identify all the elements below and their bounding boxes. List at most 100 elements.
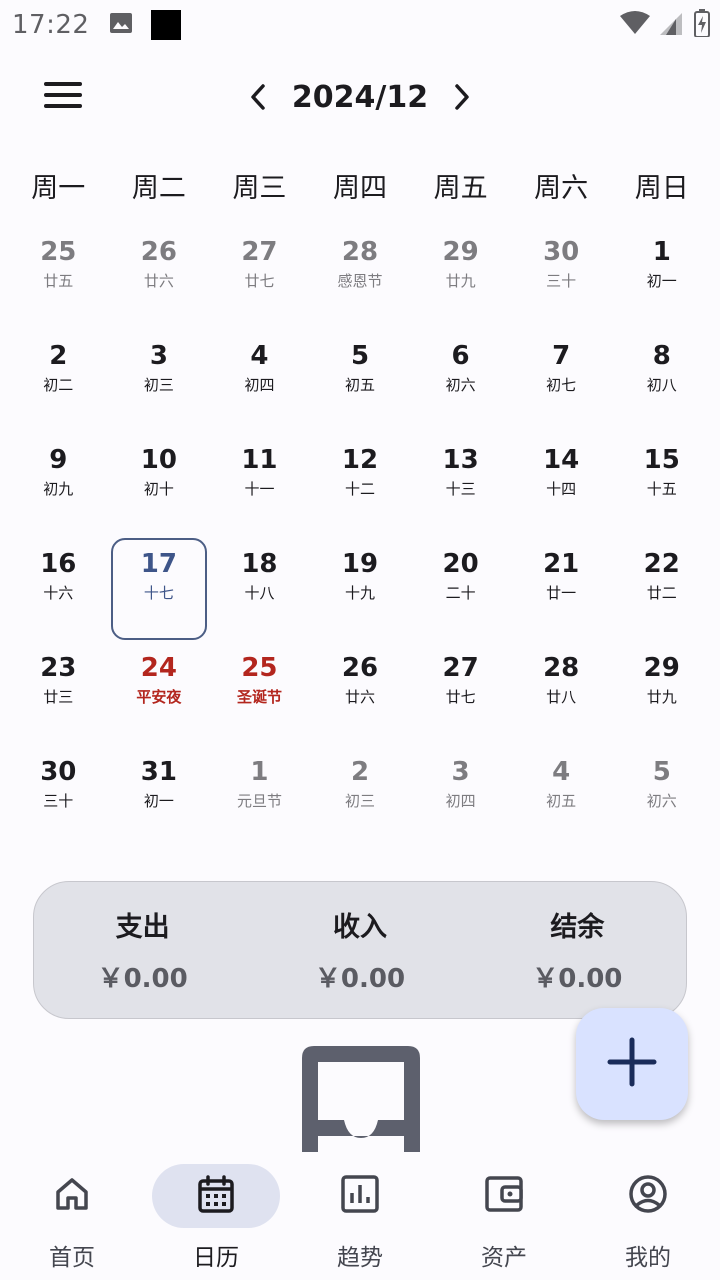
expense-summary: 支出 ￥0.00 (34, 905, 251, 995)
day-lunar-label: 廿三 (43, 688, 74, 706)
bottom-navigation: 首页 日历 趋势 资产 我的 (0, 1152, 720, 1280)
calendar-day[interactable]: 29 廿九 (611, 642, 712, 746)
day-number: 15 (643, 445, 680, 475)
calendar-day[interactable]: 25 廿五 (8, 226, 109, 330)
weekday-label: 周日 (634, 173, 689, 204)
bar-chart-icon (340, 1174, 380, 1218)
day-number: 8 (652, 341, 671, 371)
day-number: 13 (442, 445, 479, 475)
calendar-day[interactable]: 11 十一 (209, 434, 310, 538)
day-lunar-label: 平安夜 (136, 688, 182, 706)
nav-item-home[interactable]: 首页 (0, 1152, 144, 1280)
day-number: 7 (552, 341, 571, 371)
calendar-day[interactable]: 3 初三 (109, 330, 210, 434)
calendar-day-today[interactable]: 17 十七 (109, 538, 210, 642)
day-lunar-label: 十六 (43, 584, 74, 602)
day-number: 10 (140, 445, 177, 475)
day-lunar-label: 廿二 (646, 584, 677, 602)
day-lunar-label: 三十 (43, 792, 74, 810)
month-title[interactable]: 2024/12 (292, 80, 428, 115)
calendar-day[interactable]: 4 初五 (511, 746, 612, 850)
calendar-day[interactable]: 26 廿六 (109, 226, 210, 330)
calendar-day[interactable]: 15 十五 (611, 434, 712, 538)
calendar-day[interactable]: 4 初四 (209, 330, 310, 434)
nav-item-assets[interactable]: 资产 (432, 1152, 576, 1280)
day-lunar-label: 初一 (143, 792, 174, 810)
weekday-label: 周二 (131, 173, 186, 204)
day-lunar-label: 初十 (143, 480, 174, 498)
day-lunar-label: 初四 (244, 376, 275, 394)
day-lunar-label: 圣诞节 (236, 688, 282, 706)
calendar-day[interactable]: 8 初八 (611, 330, 712, 434)
day-number: 28 (341, 237, 379, 267)
calendar-day[interactable]: 9 初九 (8, 434, 109, 538)
calendar-day[interactable]: 21 廿一 (511, 538, 612, 642)
day-number: 24 (140, 653, 177, 683)
calendar-day[interactable]: 16 十六 (8, 538, 109, 642)
calendar-day[interactable]: 29 廿九 (410, 226, 511, 330)
calendar-day[interactable]: 5 初五 (310, 330, 411, 434)
day-number: 1 (652, 237, 671, 267)
day-number: 12 (341, 445, 379, 475)
calendar-day[interactable]: 22 廿二 (611, 538, 712, 642)
add-record-button[interactable] (576, 1008, 688, 1120)
calendar-day[interactable]: 6 初六 (410, 330, 511, 434)
calendar-day[interactable]: 27 廿七 (410, 642, 511, 746)
calendar-icon (196, 1174, 236, 1218)
nav-active-indicator (152, 1164, 280, 1228)
image-icon (109, 12, 133, 38)
calendar-day[interactable]: 24 平安夜 (109, 642, 210, 746)
calendar-day[interactable]: 1 初一 (611, 226, 712, 330)
calendar-day[interactable]: 10 初十 (109, 434, 210, 538)
day-number: 1 (250, 757, 269, 787)
chevron-right-icon[interactable] (442, 77, 482, 117)
day-lunar-label: 廿六 (345, 688, 376, 706)
day-lunar-label: 初四 (445, 792, 476, 810)
nav-item-profile[interactable]: 我的 (576, 1152, 720, 1280)
month-summary-card: 支出 ￥0.00 收入 ￥0.00 结余 ￥0.00 (33, 881, 687, 1019)
balance-summary: 结余 ￥0.00 (469, 905, 686, 995)
calendar-day[interactable]: 25 圣诞节 (209, 642, 310, 746)
day-lunar-label: 初九 (43, 480, 74, 498)
calendar-day[interactable]: 31 初一 (109, 746, 210, 850)
calendar-day[interactable]: 30 三十 (511, 226, 612, 330)
calendar-day[interactable]: 18 十八 (209, 538, 310, 642)
calendar-day[interactable]: 28 感恩节 (310, 226, 411, 330)
day-lunar-label: 十四 (546, 480, 577, 498)
balance-value: ￥0.00 (532, 964, 623, 994)
calendar-day[interactable]: 23 廿三 (8, 642, 109, 746)
day-number: 2 (350, 757, 370, 787)
calendar-week-row: 23 廿三 24 平安夜 25 圣诞节 26 廿六 27 廿七 28 廿八 29 廿九 (8, 642, 712, 746)
calendar-day[interactable]: 2 初二 (8, 330, 109, 434)
calendar-day[interactable]: 2 初三 (310, 746, 411, 850)
calendar-day[interactable]: 3 初四 (410, 746, 511, 850)
calendar-day[interactable]: 20 二十 (410, 538, 511, 642)
nav-item-calendar[interactable]: 日历 (144, 1152, 288, 1280)
calendar-day[interactable]: 30 三十 (8, 746, 109, 850)
calendar-day[interactable]: 14 十四 (511, 434, 612, 538)
calendar-day[interactable]: 19 十九 (310, 538, 411, 642)
day-number: 6 (451, 341, 470, 371)
day-lunar-label: 廿六 (143, 272, 174, 290)
calendar-day[interactable]: 28 廿八 (511, 642, 612, 746)
calendar-week-row: 30 三十 31 初一 1 元旦节 2 初三 3 初四 4 初五 5 初六 (8, 746, 712, 850)
day-number: 26 (341, 653, 379, 683)
calendar-day[interactable]: 27 廿七 (209, 226, 310, 330)
day-lunar-label: 初三 (143, 376, 174, 394)
chevron-left-icon[interactable] (238, 77, 278, 117)
day-number: 25 (40, 237, 77, 267)
day-number: 20 (442, 549, 479, 579)
day-lunar-label: 廿一 (546, 584, 577, 602)
day-number: 3 (451, 757, 470, 787)
nav-item-trends[interactable]: 趋势 (288, 1152, 432, 1280)
calendar-day[interactable]: 1 元旦节 (209, 746, 310, 850)
calendar-day[interactable]: 5 初六 (611, 746, 712, 850)
weekday-label: 周三 (232, 173, 287, 204)
day-number: 28 (543, 653, 580, 683)
calendar-day[interactable]: 13 十三 (410, 434, 511, 538)
calendar-day[interactable]: 26 廿六 (310, 642, 411, 746)
calendar-day[interactable]: 7 初七 (511, 330, 612, 434)
day-number: 22 (643, 549, 680, 579)
day-number: 19 (341, 549, 379, 579)
calendar-day[interactable]: 12 十二 (310, 434, 411, 538)
